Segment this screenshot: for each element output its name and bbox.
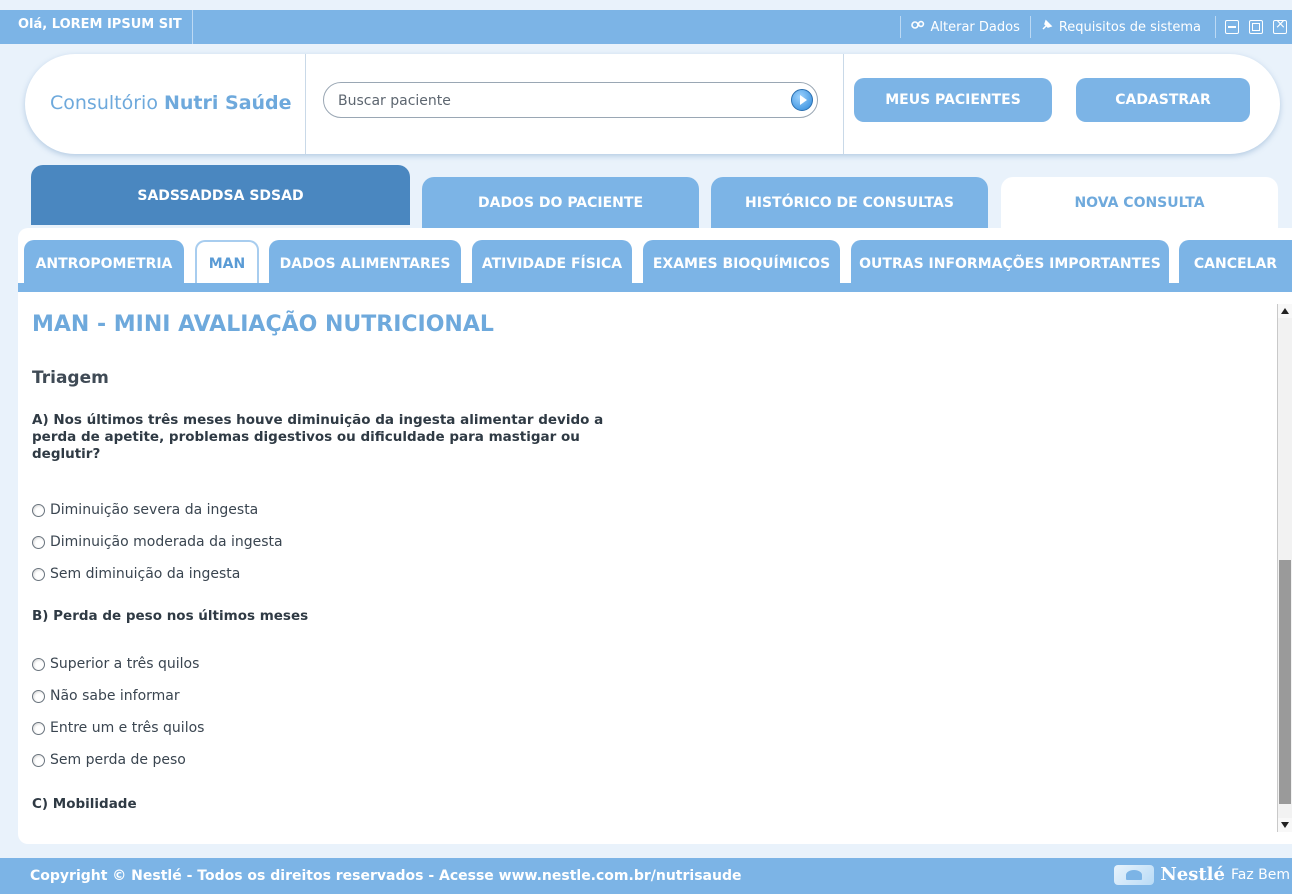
gear-icon — [910, 19, 925, 35]
footer-site-link[interactable]: Acesse www.nestle.com.br/nutrisaude — [439, 868, 741, 884]
consulta-panel: ANTROPOMETRIA MAN DADOS ALIMENTARES ATIV… — [18, 228, 1292, 844]
maximize-icon[interactable] — [1249, 20, 1263, 34]
nestle-nest-icon — [1114, 864, 1155, 885]
tab-cancelar[interactable]: CANCELAR — [1179, 240, 1292, 286]
question-a-line: perda de apetite, problemas digestivos o… — [32, 429, 580, 445]
radio-icon[interactable] — [32, 721, 45, 735]
question-c: C) Mobilidade — [32, 796, 137, 812]
nestle-brand: Nestlé Faz Bem — [1114, 864, 1290, 885]
man-form: MAN - MINI AVALIAÇÃO NUTRICIONAL Triagem… — [32, 306, 1272, 836]
section-title: Triagem — [32, 368, 109, 388]
content-scrollbar[interactable] — [1277, 304, 1292, 832]
option-label: Diminuição moderada da ingesta — [50, 534, 283, 550]
search-go-icon[interactable] — [791, 89, 813, 111]
header-divider — [305, 54, 306, 154]
footer: Copyright © Nestlé - Todos os direitos r… — [0, 858, 1292, 894]
window-controls-divider — [1215, 16, 1216, 38]
radio-icon[interactable] — [32, 657, 45, 671]
option-superior-tres-quilos[interactable]: Superior a três quilos — [32, 656, 199, 672]
tab-outras-informacoes[interactable]: OUTRAS INFORMAÇÕES IMPORTANTES — [851, 240, 1169, 286]
radio-icon[interactable] — [32, 503, 45, 517]
option-entre-um-e-tres[interactable]: Entre um e três quilos — [32, 720, 204, 736]
copyright-label: Copyright © Nestlé - Todos os direitos r… — [30, 868, 435, 884]
header-divider — [843, 54, 844, 154]
option-diminuicao-severa[interactable]: Diminuição severa da ingesta — [32, 502, 258, 518]
close-icon[interactable] — [1273, 17, 1287, 34]
option-label: Sem diminuição da ingesta — [50, 566, 241, 582]
top-bar-actions: Alterar Dados Requisitos de sistema — [899, 10, 1292, 44]
page-title: MAN - MINI AVALIAÇÃO NUTRICIONAL — [32, 312, 494, 337]
option-sem-perda-de-peso[interactable]: Sem perda de peso — [32, 752, 186, 768]
requisitos-sistema-link[interactable]: Requisitos de sistema — [1029, 16, 1211, 38]
option-label: Entre um e três quilos — [50, 720, 205, 736]
question-a: A) Nos últimos três meses houve diminuiç… — [32, 412, 603, 463]
option-label: Sem perda de peso — [50, 752, 186, 768]
requisitos-sistema-label: Requisitos de sistema — [1058, 19, 1201, 35]
greeting-text: Olá, LOREM IPSUM SIT — [18, 10, 193, 44]
app-header: Consultório Nutri Saúde MEUS PACIENTES C… — [25, 54, 1280, 154]
scroll-down-icon[interactable] — [1278, 818, 1292, 832]
nestle-tagline: Faz Bem — [1230, 866, 1290, 883]
question-b: B) Perda de peso nos últimos meses — [32, 608, 309, 624]
radio-icon[interactable] — [32, 753, 45, 767]
tab-atividade-fisica[interactable]: ATIVIDADE FÍSICA — [472, 240, 632, 286]
app-brand: Consultório Nutri Saúde — [50, 92, 292, 114]
option-diminuicao-moderada[interactable]: Diminuição moderada da ingesta — [32, 534, 283, 550]
search-input[interactable] — [336, 89, 780, 113]
tab-man[interactable]: MAN — [195, 240, 259, 286]
option-label: Superior a três quilos — [50, 656, 200, 672]
brand-name: Nutri Saúde — [164, 92, 292, 114]
tab-stripe — [18, 283, 1292, 292]
radio-icon[interactable] — [32, 567, 45, 581]
pin-icon — [1041, 19, 1053, 35]
question-a-line: deglutir? — [32, 446, 101, 462]
scroll-up-icon[interactable] — [1278, 304, 1292, 318]
nestle-wordmark: Nestlé — [1160, 864, 1225, 885]
top-bar: Olá, LOREM IPSUM SIT Alterar Dados Requi… — [0, 10, 1292, 44]
meus-pacientes-button[interactable]: MEUS PACIENTES — [854, 78, 1052, 122]
option-nao-sabe-informar[interactable]: Não sabe informar — [32, 688, 180, 704]
minimize-icon[interactable] — [1225, 20, 1239, 34]
brand-prefix: Consultório — [50, 92, 158, 114]
sub-tabs: ANTROPOMETRIA MAN DADOS ALIMENTARES ATIV… — [18, 240, 1292, 286]
tab-exames-bioquimicos[interactable]: EXAMES BIOQUÍMICOS — [643, 240, 840, 286]
question-a-line: A) Nos últimos três meses houve diminuiç… — [32, 412, 604, 428]
option-sem-diminuicao[interactable]: Sem diminuição da ingesta — [32, 566, 240, 582]
tab-patient-name[interactable]: SADSSADDSA SDSAD — [31, 165, 410, 225]
search-box — [323, 82, 818, 118]
tab-antropometria[interactable]: ANTROPOMETRIA — [24, 240, 184, 286]
radio-icon[interactable] — [32, 689, 45, 703]
alterar-dados-link[interactable]: Alterar Dados — [899, 16, 1030, 38]
option-label: Diminuição severa da ingesta — [50, 502, 259, 518]
alterar-dados-label: Alterar Dados — [930, 19, 1020, 35]
tab-dados-alimentares[interactable]: DADOS ALIMENTARES — [269, 240, 461, 286]
scroll-thumb[interactable] — [1279, 560, 1291, 804]
radio-icon[interactable] — [32, 535, 45, 549]
option-label: Não sabe informar — [50, 688, 180, 704]
copyright-text: Copyright © Nestlé - Todos os direitos r… — [30, 868, 741, 884]
cadastrar-button[interactable]: CADASTRAR — [1076, 78, 1250, 122]
